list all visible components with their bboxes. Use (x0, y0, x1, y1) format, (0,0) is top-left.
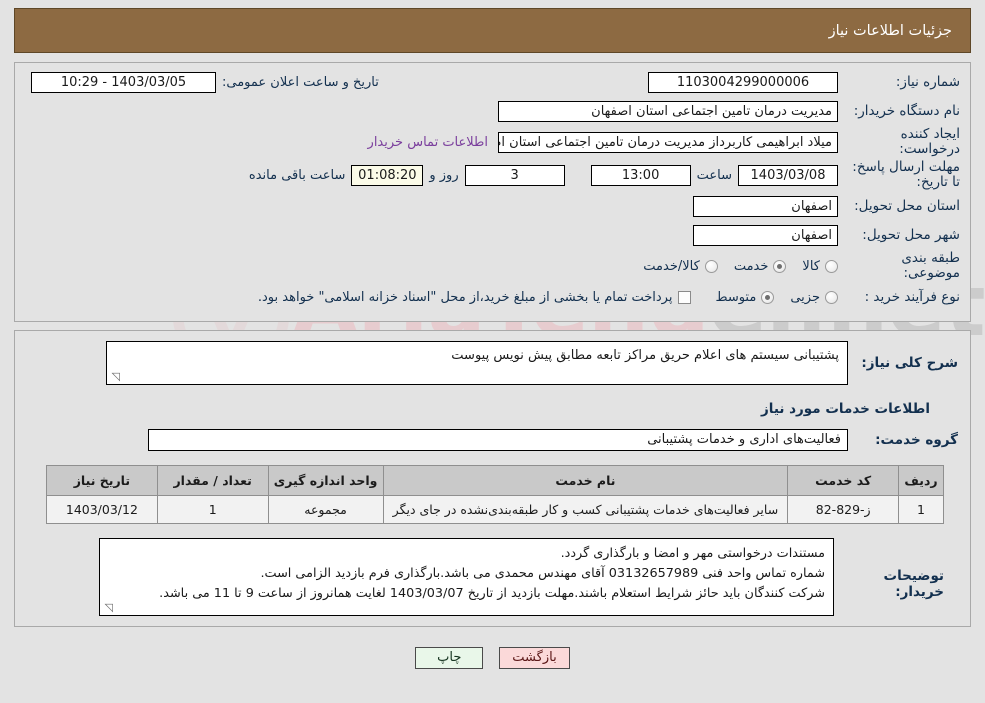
cell-name: سایر فعالیت‌های خدمات پشتیبانی کسب و کار… (382, 495, 789, 524)
page-header-bar: جزئیات اطلاعات نیاز (14, 8, 971, 53)
category-option-goods[interactable]: کالا (802, 259, 838, 274)
row-need-number: شماره نیاز: 1103004299000006 تاریخ و ساع… (25, 69, 960, 95)
category-label: طبقه بندی موضوعی: (901, 250, 960, 281)
th-unit: واحد اندازه گیری (267, 465, 384, 496)
service-group-value: فعالیت‌های اداری و خدمات پشتیبانی (148, 429, 848, 451)
delivery-province-label: استان محل تحویل: (854, 197, 960, 214)
row-buyer-org: نام دستگاه خریدار: مدیریت درمان تامین اج… (25, 98, 960, 124)
buyer-notes-line-1: مستندات درخواستی مهر و امضا و بارگذاری گ… (560, 546, 825, 561)
buyer-org-label: نام دستگاه خریدار: (853, 102, 960, 119)
footer-actions: بازگشت چاپ (14, 647, 971, 669)
description-label: شرح کلی نیاز: (861, 355, 958, 371)
notes-resize-grip-icon[interactable]: ◹ (103, 602, 113, 613)
deadline-time-value: 13:00 (590, 164, 691, 186)
row-delivery-city: شهر محل تحویل: اصفهان (25, 222, 960, 248)
print-button[interactable]: چاپ (415, 647, 484, 669)
delivery-city-value: اصفهان (693, 224, 838, 246)
buyer-notes-line-3: شرکت کنندگان باید حائز شرایط استعلام باش… (159, 586, 825, 601)
process-option-medium-label: متوسط (715, 289, 757, 305)
need-number-value: 1103004299000006 (648, 71, 838, 93)
need-number-label: شماره نیاز: (895, 73, 960, 90)
public-announce-value: 1403/03/05 - 10:29 (31, 71, 216, 93)
remaining-days-value: 3 (464, 164, 565, 186)
resize-grip-icon[interactable]: ◹ (110, 371, 120, 382)
category-option-service-label: خدمت (733, 258, 769, 274)
row-process-type: نوع فرآیند خرید : جزیی متوسط پرداخت تمام… (25, 284, 960, 310)
treasury-note-text: پرداخت تمام یا بخشی از مبلغ خرید،از محل … (257, 289, 673, 305)
countdown-timer: 01:08:20 (351, 164, 424, 186)
deadline-label: مهلت ارسال پاسخ: تا تاریخ: (852, 159, 960, 190)
th-name: نام خدمت (382, 465, 789, 496)
radio-icon-service[interactable] (773, 259, 787, 273)
category-radio-group: کالا خدمت کالا/خدمت (627, 259, 838, 274)
th-qty: تعداد / مقدار (156, 465, 269, 496)
th-code: کد خدمت (787, 465, 900, 496)
row-deadline: مهلت ارسال پاسخ: تا تاریخ: 1403/03/08 سا… (25, 160, 960, 190)
creator-label: ایجاد کننده درخواست: (899, 126, 960, 157)
row-buyer-notes: توضیحات خریدار: مستندات درخواستی مهر و ا… (41, 538, 944, 616)
row-creator: ایجاد کننده درخواست: میلاد ابراهیمی کارب… (25, 127, 960, 157)
row-service-group: گروه خدمت: فعالیت‌های اداری و خدمات پشتی… (27, 429, 958, 451)
row-description: شرح کلی نیاز: پشتیبانی سیستم های اعلام ح… (27, 341, 958, 385)
need-details-panel: شرح کلی نیاز: پشتیبانی سیستم های اعلام ح… (14, 330, 971, 627)
deadline-date-value: 1403/03/08 (738, 164, 838, 186)
process-label: نوع فرآیند خرید : (864, 288, 960, 305)
buyer-notes-line-2: شماره تماس واحد فنی 03132657989 آقای مهن… (260, 566, 825, 581)
th-date: تاریخ نیاز (46, 465, 158, 496)
service-items-table: ردیف کد خدمت نام خدمت واحد اندازه گیری ت… (46, 465, 944, 524)
cell-date: 1403/03/12 (46, 495, 158, 524)
creator-value: میلاد ابراهیمی کاربرداز مدیریت درمان تام… (498, 131, 838, 153)
row-delivery-province: استان محل تحویل: اصفهان (25, 193, 960, 219)
buyer-contact-link[interactable]: اطلاعات تماس خریدار (368, 135, 488, 150)
service-group-label: گروه خدمت: (875, 432, 958, 448)
remaining-hours-label: ساعت باقی مانده (248, 167, 346, 183)
process-option-medium[interactable]: متوسط (715, 289, 775, 305)
radio-icon-goods-service[interactable] (704, 259, 718, 273)
delivery-city-label: شهر محل تحویل: (862, 226, 960, 243)
services-section-title: اطلاعات خدمات مورد نیاز (760, 401, 930, 417)
delivery-province-value: اصفهان (693, 195, 838, 217)
days-label: روز و (429, 167, 459, 183)
description-value: پشتیبانی سیستم های اعلام حریق مراکز تابع… (451, 348, 839, 363)
row-category: طبقه بندی موضوعی: کالا خدمت کالا/خدمت (25, 251, 960, 281)
page-title: جزئیات اطلاعات نیاز (828, 22, 952, 39)
category-option-service[interactable]: خدمت (734, 259, 787, 274)
treasury-docs-checkbox[interactable] (678, 290, 692, 304)
category-option-goods-service-label: کالا/خدمت (643, 258, 700, 274)
process-option-minor[interactable]: جزیی (790, 290, 838, 305)
buyer-notes-textarea[interactable]: مستندات درخواستی مهر و امضا و بارگذاری گ… (99, 538, 834, 616)
table-header-row: ردیف کد خدمت نام خدمت واحد اندازه گیری ت… (46, 465, 944, 496)
th-radif: ردیف (898, 465, 944, 496)
cell-code: ز-829-82 (787, 495, 900, 524)
process-radio-group: جزیی متوسط (699, 290, 838, 305)
process-option-minor-label: جزیی (790, 289, 820, 305)
cell-radif: 1 (898, 495, 944, 524)
description-textarea[interactable]: پشتیبانی سیستم های اعلام حریق مراکز تابع… (106, 341, 848, 385)
cell-qty: 1 (156, 495, 269, 524)
need-info-panel: شماره نیاز: 1103004299000006 تاریخ و ساع… (14, 62, 971, 322)
category-option-goods-service[interactable]: کالا/خدمت (643, 259, 718, 274)
table-row: 1 ز-829-82 سایر فعالیت‌های خدمات پشتیبان… (46, 495, 944, 524)
cell-unit: مجموعه (267, 495, 384, 524)
radio-icon-goods[interactable] (825, 259, 838, 273)
page-wrapper: جزئیات اطلاعات نیاز شماره نیاز: 11030042… (0, 0, 985, 669)
category-option-goods-label: کالا (802, 258, 820, 274)
buyer-org-value: مدیریت درمان تامین اجتماعی استان اصفهان (498, 100, 838, 122)
hour-label: ساعت (696, 167, 732, 183)
radio-icon-minor[interactable] (825, 290, 838, 304)
back-button[interactable]: بازگشت (499, 647, 570, 669)
buyer-notes-label: توضیحات خریدار: (883, 568, 944, 600)
public-announce-label: تاریخ و ساعت اعلان عمومی: (222, 74, 379, 90)
radio-icon-medium[interactable] (761, 290, 775, 304)
